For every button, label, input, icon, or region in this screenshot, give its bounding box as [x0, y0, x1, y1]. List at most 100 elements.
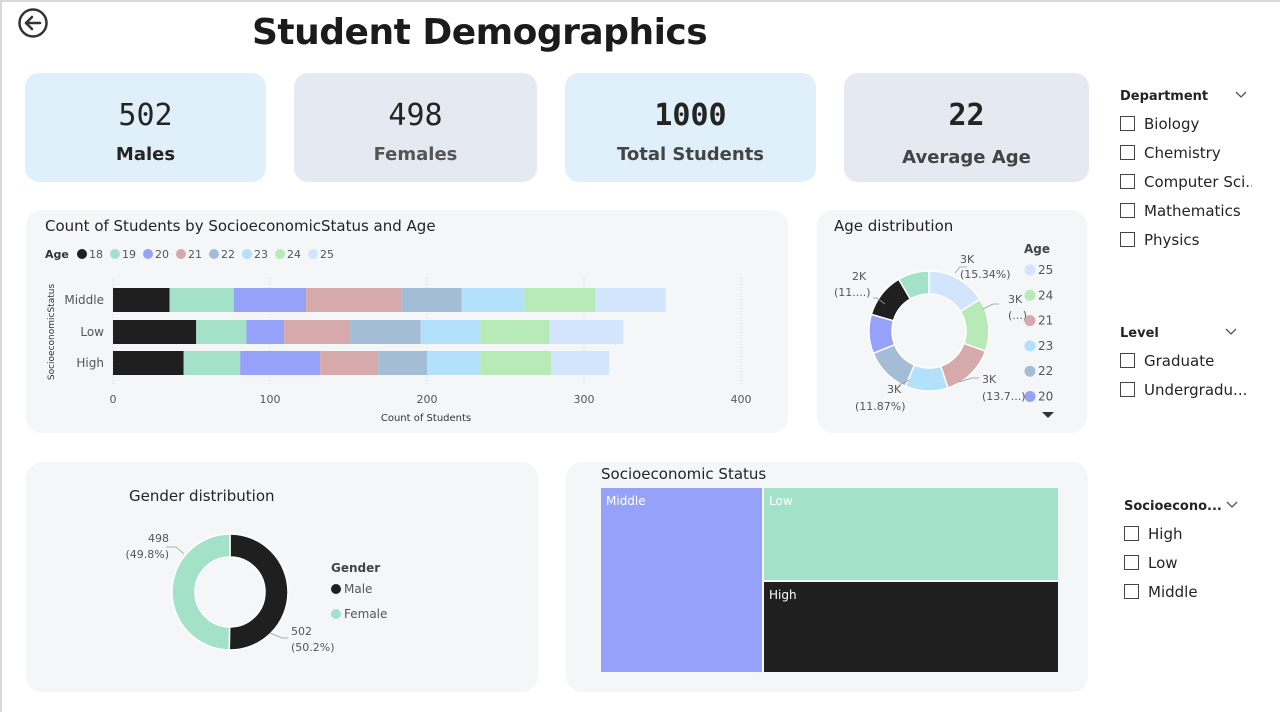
bar-legend-label-18: 18 [89, 248, 103, 261]
checkbox[interactable] [1120, 382, 1135, 397]
socio-item-low[interactable]: Low [1124, 548, 1256, 577]
chevron-down-icon[interactable] [1235, 91, 1247, 99]
bar-segment-low-age-24[interactable] [480, 320, 550, 344]
age-label-c-pct: (13.7...) [982, 390, 1026, 403]
bar-segment-high-age-19[interactable] [183, 351, 241, 375]
kpi-males-label: Males [115, 144, 176, 165]
bar-segment-high-age-25[interactable] [551, 351, 610, 375]
bar-segment-low-age-22[interactable] [350, 320, 421, 344]
kpi-total-label: Total Students [616, 144, 765, 165]
bar-segment-low-age-18[interactable] [113, 320, 197, 344]
bar-x-tick: 200 [417, 393, 438, 406]
bar-segment-middle-age-18[interactable] [113, 288, 170, 312]
bar-segment-high-age-23[interactable] [427, 351, 481, 375]
treemap-cell-high[interactable]: High [764, 582, 1058, 672]
bar-segment-low-age-25[interactable] [549, 320, 624, 344]
bar-segment-high-age-18[interactable] [113, 351, 184, 375]
age-legend-title: Age [1024, 242, 1050, 256]
kpi-males-value: 502 [118, 98, 173, 133]
bar-y-tick-middle: Middle [64, 293, 104, 307]
checkbox[interactable] [1124, 526, 1139, 541]
checkbox[interactable] [1120, 145, 1135, 160]
bar-segment-middle-age-19[interactable] [169, 288, 234, 312]
level-item-graduate[interactable]: Graduate [1120, 346, 1252, 375]
bar-legend-dot-23 [242, 249, 252, 259]
bar-legend-dot-21 [176, 249, 186, 259]
gender-label-male-value: 502 [291, 625, 312, 638]
kpi-total-card: 1000 Total Students [565, 73, 816, 182]
age-label-a-pct: (15.34%) [960, 268, 1011, 281]
socio-item-high[interactable]: High [1124, 519, 1256, 548]
age-label-a-value: 3K [960, 253, 975, 266]
bar-segment-middle-age-20[interactable] [233, 288, 307, 312]
bar-segment-low-age-19[interactable] [196, 320, 247, 344]
treemap-cell-middle[interactable]: Middle [601, 488, 762, 672]
legend-scroll-down-icon[interactable] [1042, 412, 1054, 418]
bar-segment-high-age-24[interactable] [480, 351, 552, 375]
age-slice-21[interactable] [939, 342, 987, 389]
bar-segment-low-age-23[interactable] [420, 320, 481, 344]
kpi-age-label: Average Age [902, 147, 1031, 168]
bar-segment-low-age-20[interactable] [246, 320, 285, 344]
back-arrow-icon[interactable] [17, 7, 49, 39]
age-label-e-pct: (11....) [834, 286, 871, 299]
bar-legend-dot-18 [77, 249, 87, 259]
socio-item-middle[interactable]: Middle [1124, 577, 1256, 606]
gender-legend-male-dot [331, 584, 341, 594]
bar-segment-high-age-21[interactable] [320, 351, 379, 375]
gender-legend-female: Female [344, 607, 387, 621]
checkbox[interactable] [1120, 174, 1135, 189]
age-legend-dot-23 [1024, 340, 1036, 352]
level-item-undergraduate[interactable]: Undergradu... [1120, 375, 1252, 404]
bar-segment-middle-age-22[interactable] [401, 288, 462, 312]
department-item-chemistry[interactable]: Chemistry [1120, 138, 1252, 167]
department-item-computer-science[interactable]: Computer Sci... [1120, 167, 1252, 196]
bar-y-axis-label: SocioeconomicStatus [47, 284, 57, 381]
age-label-d-pct: (11.87%) [855, 400, 906, 413]
checkbox[interactable] [1124, 584, 1139, 599]
bar-segment-middle-age-24[interactable] [524, 288, 595, 312]
bar-segment-low-age-21[interactable] [284, 320, 351, 344]
checkbox[interactable] [1124, 555, 1139, 570]
gender-chart-card: Gender distribution 498 (49.8%) 502 (50.… [26, 462, 538, 692]
bar-legend-label-23: 23 [254, 248, 268, 261]
bar-segment-high-age-20[interactable] [240, 351, 321, 375]
bar-segment-middle-age-23[interactable] [461, 288, 525, 312]
bar-legend-label-20: 20 [155, 248, 169, 261]
checkbox[interactable] [1120, 116, 1135, 131]
level-item-label: Undergradu... [1144, 380, 1248, 399]
bar-x-tick: 300 [574, 393, 595, 406]
bar-x-tick: 100 [260, 393, 281, 406]
chevron-down-icon[interactable] [1226, 501, 1238, 509]
kpi-total-value: 1000 [654, 98, 727, 133]
treemap-title: Socioeconomic Status [601, 465, 767, 483]
level-slicer-title: Level [1120, 326, 1159, 341]
socio-item-label: Low [1148, 553, 1178, 572]
bar-legend-dot-24 [275, 249, 285, 259]
bar-legend-dot-22 [209, 249, 219, 259]
chevron-down-icon[interactable] [1225, 328, 1237, 336]
gender-slice-male[interactable] [228, 533, 289, 651]
kpi-females-card: 498 Females [294, 73, 537, 182]
bar-segment-high-age-22[interactable] [378, 351, 427, 375]
checkbox[interactable] [1120, 232, 1135, 247]
age-chart-card: Age distribution 3K (15.34%) 3K (...) 3K… [817, 210, 1087, 433]
gender-legend-title: Gender [331, 561, 380, 575]
treemap-card: Socioeconomic Status Middle Low High [566, 462, 1088, 692]
department-item-physics[interactable]: Physics [1120, 225, 1252, 254]
department-item-mathematics[interactable]: Mathematics [1120, 196, 1252, 225]
treemap-cell-low[interactable]: Low [764, 488, 1058, 580]
socio-item-label: High [1148, 524, 1183, 543]
kpi-females-label: Females [373, 144, 458, 165]
checkbox[interactable] [1120, 353, 1135, 368]
socio-item-label: Middle [1148, 582, 1198, 601]
bar-segment-middle-age-21[interactable] [306, 288, 402, 312]
bar-segment-middle-age-25[interactable] [594, 288, 666, 312]
checkbox[interactable] [1120, 203, 1135, 218]
department-item-biology[interactable]: Biology [1120, 109, 1252, 138]
department-item-label: Computer Sci... [1144, 172, 1252, 191]
age-legend-dot-25 [1024, 264, 1036, 276]
age-label-b-value: 3K [1008, 293, 1023, 306]
age-legend-dot-24 [1024, 289, 1036, 301]
kpi-males-card: 502 Males [25, 73, 266, 182]
